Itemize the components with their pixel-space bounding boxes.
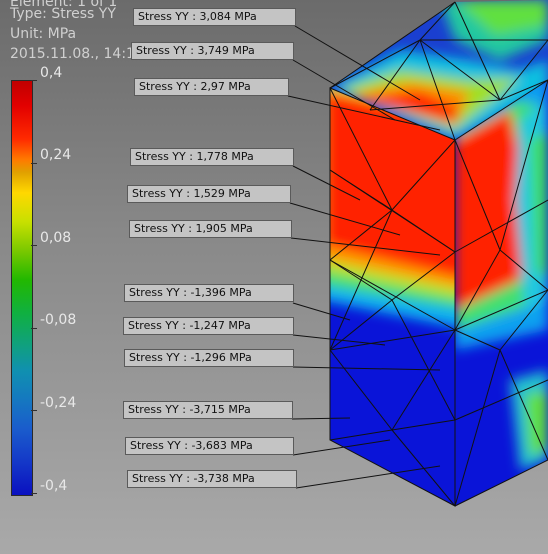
legend-label: 0,24 <box>40 147 72 163</box>
probe-label[interactable]: Stress YY : -1,296 MPa <box>124 349 294 367</box>
info-type: Type: Stress YY <box>10 6 116 22</box>
probe-label[interactable]: Stress YY : -3,683 MPa <box>125 437 294 455</box>
legend-label: 0,08 <box>40 230 72 246</box>
probe-label[interactable]: Stress YY : -3,738 MPa <box>127 470 297 488</box>
probe-label[interactable]: Stress YY : -3,715 MPa <box>123 401 293 419</box>
legend-label-min: -0,4 <box>40 478 68 494</box>
legend-tick <box>31 493 37 494</box>
probe-label[interactable]: Stress YY : 2,97 MPa <box>134 78 289 96</box>
legend-tick <box>31 328 37 329</box>
legend-tick <box>31 163 37 164</box>
legend-label-max: 0,4 <box>40 65 63 81</box>
legend-tick <box>31 410 37 411</box>
legend-tick <box>31 80 37 81</box>
probe-label[interactable]: Stress YY : 1,529 MPa <box>127 185 291 203</box>
probe-label[interactable]: Stress YY : 1,905 MPa <box>129 220 292 238</box>
legend-label: -0,24 <box>40 395 77 411</box>
probe-label[interactable]: Stress YY : -1,247 MPa <box>123 317 294 335</box>
fea-viewport[interactable]: Element: 1 of 1 Type: Stress YY Unit: MP… <box>0 0 548 554</box>
info-unit: Unit: MPa <box>10 26 77 42</box>
color-legend-bar <box>11 80 33 496</box>
probe-label[interactable]: Stress YY : 3,084 MPa <box>133 8 296 26</box>
probe-label[interactable]: Stress YY : 3,749 MPa <box>131 42 294 60</box>
probe-label[interactable]: Stress YY : -1,396 MPa <box>124 284 294 302</box>
front-face <box>330 88 455 506</box>
probe-label[interactable]: Stress YY : 1,778 MPa <box>130 148 294 166</box>
legend-label: -0,08 <box>40 312 77 328</box>
legend-tick <box>31 245 37 246</box>
